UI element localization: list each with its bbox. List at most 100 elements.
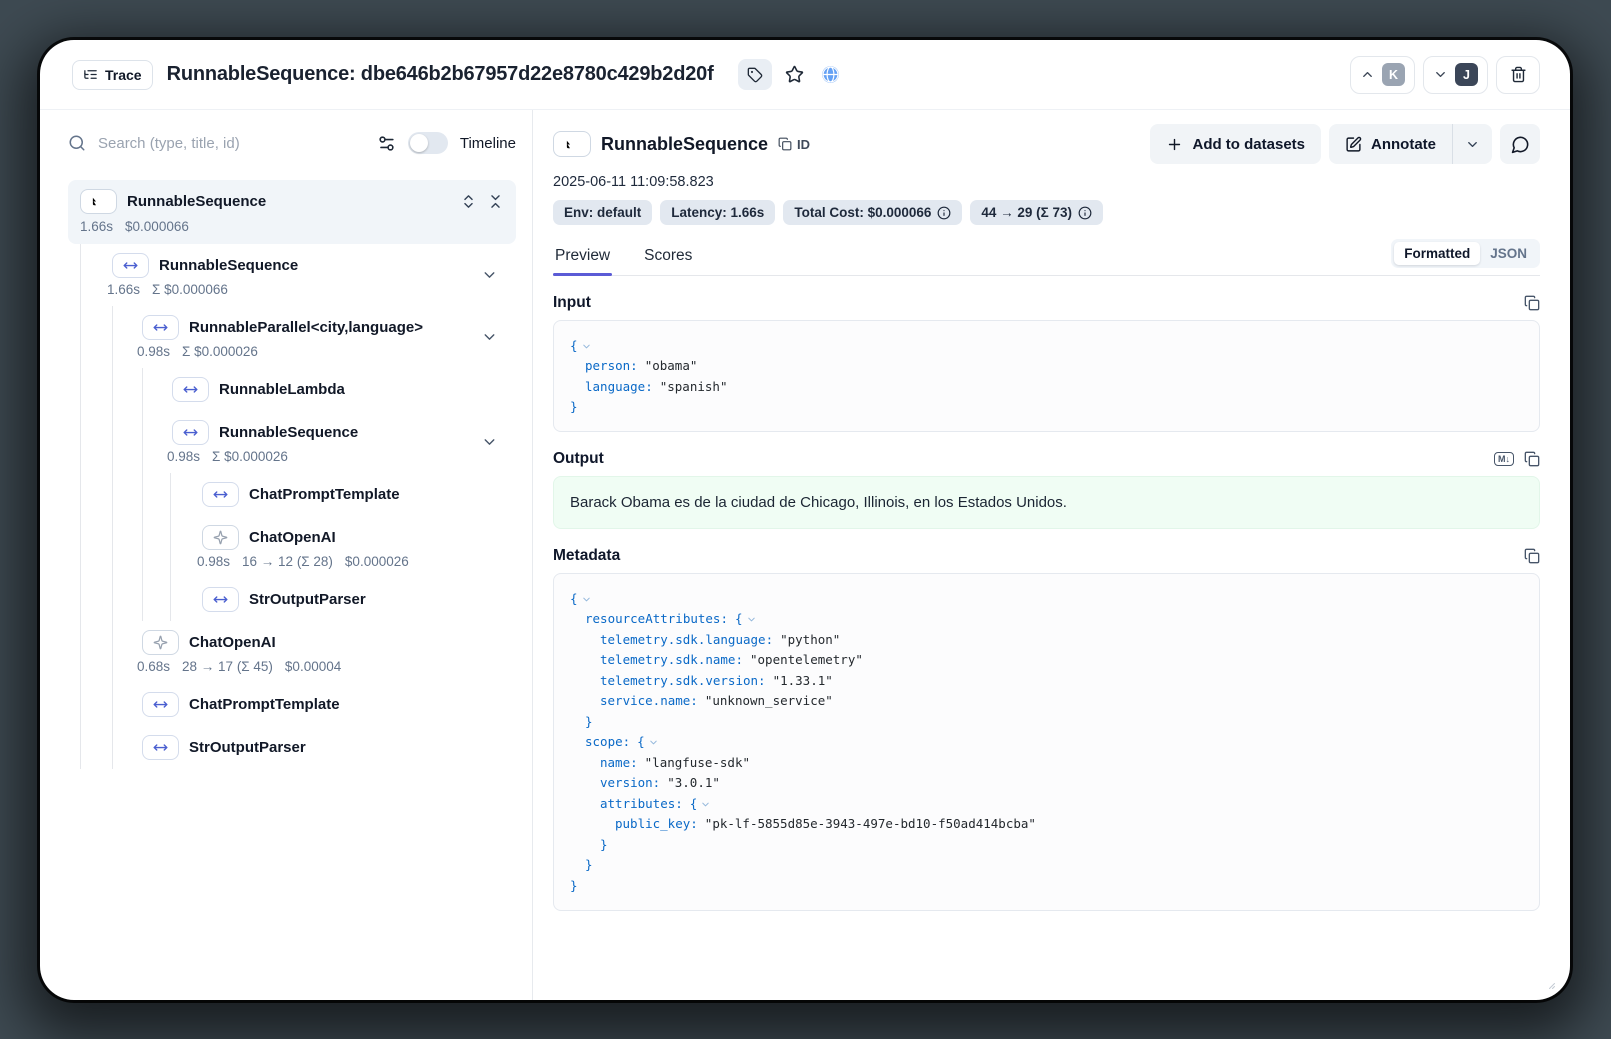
info-icon[interactable] xyxy=(1078,206,1092,220)
tree-row-metrics: 0.98sΣ $0.000026 xyxy=(68,344,516,359)
trace-type-chip: Trace xyxy=(72,60,153,90)
tree-row[interactable]: RunnableParallel<city,language> 0.98sΣ $… xyxy=(68,306,516,368)
span-arrows-icon xyxy=(172,377,209,402)
info-icon[interactable] xyxy=(937,206,951,220)
annotate-dropdown-button[interactable] xyxy=(1453,124,1492,164)
delete-trace-button[interactable] xyxy=(1496,56,1540,94)
tree-row[interactable]: ChatOpenAI 0.68s28 → 17 (Σ 45)$0.00004 xyxy=(68,621,516,683)
tree-root-row[interactable]: RunnableSequence 1.66s $0.000066 xyxy=(68,180,516,244)
metadata-heading: Metadata xyxy=(553,547,620,565)
json-line: language:"spanish" xyxy=(570,376,1523,397)
resize-handle-icon[interactable] xyxy=(1544,978,1556,990)
chevron-down-icon[interactable] xyxy=(481,267,498,284)
collapse-chevron-icon[interactable] xyxy=(648,737,659,748)
expand-all-icon[interactable] xyxy=(460,193,477,210)
markdown-icon[interactable]: M↓ xyxy=(1494,452,1514,466)
json-line: telemetry.sdk.language:"python" xyxy=(570,629,1523,650)
tree-row[interactable]: RunnableSequence 1.66sΣ $0.000066 xyxy=(68,244,516,306)
list-tree-icon xyxy=(83,67,98,82)
tree-row[interactable]: ChatPromptTemplate xyxy=(68,473,516,516)
copy-icon xyxy=(778,137,792,151)
tree-row[interactable]: StrOutputParser xyxy=(68,578,516,621)
tree-guide-line xyxy=(80,411,81,473)
tree-row[interactable]: ChatPromptTemplate xyxy=(68,683,516,726)
tree-row-label: RunnableLambda xyxy=(219,381,345,398)
annotate-button[interactable]: Annotate xyxy=(1329,124,1452,164)
trash-icon xyxy=(1510,66,1527,83)
json-line: } xyxy=(570,397,1523,418)
collapse-all-icon[interactable] xyxy=(487,193,504,210)
metadata-json: {resourceAttributes:{telemetry.sdk.langu… xyxy=(553,573,1540,911)
span-arrows-icon xyxy=(142,315,179,340)
chevron-down-icon[interactable] xyxy=(481,329,498,346)
tree-guide-line xyxy=(80,683,81,726)
metric-badge: Total Cost: $0.000066 xyxy=(783,200,962,225)
tree-root-label: RunnableSequence xyxy=(127,193,266,210)
tree-row-metrics: 0.98sΣ $0.000026 xyxy=(68,449,516,464)
span-arrows-icon xyxy=(112,253,149,278)
tree-row[interactable]: ChatOpenAI 0.98s16 → 12 (Σ 28)$0.000026 xyxy=(68,516,516,578)
tree-row-metrics: 0.98s16 → 12 (Σ 28)$0.000026 xyxy=(68,554,516,569)
input-json: {person:"obama"language:"spanish"} xyxy=(553,320,1540,432)
tree-row-label: ChatPromptTemplate xyxy=(249,486,400,503)
tree-row-label: RunnableSequence xyxy=(219,424,358,441)
chevron-down-icon xyxy=(1433,67,1448,82)
copy-icon[interactable] xyxy=(1524,295,1540,311)
json-line: version:"3.0.1" xyxy=(570,773,1523,794)
json-line: telemetry.sdk.name:"opentelemetry" xyxy=(570,650,1523,671)
collapse-chevron-icon[interactable] xyxy=(581,341,592,352)
tree-row-label: StrOutputParser xyxy=(249,591,366,608)
format-json[interactable]: JSON xyxy=(1480,242,1537,265)
tree-guide-line xyxy=(112,516,113,578)
pencil-square-icon xyxy=(1345,136,1362,153)
tree-guide-line xyxy=(112,368,113,411)
tree-guide-line xyxy=(80,516,81,578)
tags-button[interactable] xyxy=(738,59,772,90)
next-observation-button[interactable]: J xyxy=(1423,56,1488,94)
metric-badge: Env: default xyxy=(553,200,652,225)
prev-observation-button[interactable]: K xyxy=(1350,56,1415,94)
span-arrows-icon xyxy=(202,587,239,612)
tree-row[interactable]: RunnableSequence 0.98sΣ $0.000026 xyxy=(68,411,516,473)
json-line: } xyxy=(570,875,1523,896)
search-icon xyxy=(68,134,86,152)
copy-id-button[interactable]: ID xyxy=(778,137,810,152)
chevron-down-icon xyxy=(1465,137,1480,152)
collapse-chevron-icon[interactable] xyxy=(700,799,711,810)
copy-icon[interactable] xyxy=(1524,548,1540,564)
tab-scores[interactable]: Scores xyxy=(642,241,694,275)
observation-title: RunnableSequence xyxy=(601,134,768,155)
copy-icon[interactable] xyxy=(1524,451,1540,467)
span-arrows-icon xyxy=(142,692,179,717)
json-line: resourceAttributes:{ xyxy=(570,609,1523,630)
comment-button[interactable] xyxy=(1500,124,1540,164)
list-tree-icon xyxy=(553,131,591,157)
tree-root-metrics: 1.66s $0.000066 xyxy=(80,219,504,234)
generation-sparkle-icon xyxy=(202,525,239,550)
trace-tree-rows: RunnableSequence 1.66sΣ $0.000066 Runnab… xyxy=(68,244,516,769)
annotate-split-button: Annotate xyxy=(1329,124,1492,164)
chevron-down-icon[interactable] xyxy=(481,434,498,451)
tab-preview[interactable]: Preview xyxy=(553,241,612,275)
tree-guide-line xyxy=(112,683,113,726)
search-input[interactable] xyxy=(98,135,365,152)
tree-row[interactable]: RunnableLambda xyxy=(68,368,516,411)
json-line: telemetry.sdk.version:"1.33.1" xyxy=(570,670,1523,691)
add-to-datasets-button[interactable]: Add to datasets xyxy=(1150,124,1321,164)
toggle-knob xyxy=(410,134,428,152)
collapse-chevron-icon[interactable] xyxy=(581,594,592,605)
tree-row[interactable]: StrOutputParser xyxy=(68,726,516,769)
timeline-toggle[interactable] xyxy=(408,132,448,154)
bookmark-star-button[interactable] xyxy=(782,62,808,88)
comment-bubble-icon xyxy=(1511,135,1530,154)
generation-sparkle-icon xyxy=(142,630,179,655)
metric-badge: Latency: 1.66s xyxy=(660,200,775,225)
collapse-chevron-icon[interactable] xyxy=(746,614,757,625)
tree-guide-line xyxy=(80,578,81,621)
observation-detail-panel: RunnableSequence ID Add to datasets Anno… xyxy=(533,110,1570,1000)
filter-sliders-icon[interactable] xyxy=(377,134,396,153)
format-formatted[interactable]: Formatted xyxy=(1394,242,1480,265)
tree-row-label: RunnableParallel<city,language> xyxy=(189,319,423,336)
star-icon xyxy=(785,65,804,84)
public-globe-button[interactable] xyxy=(818,62,844,88)
